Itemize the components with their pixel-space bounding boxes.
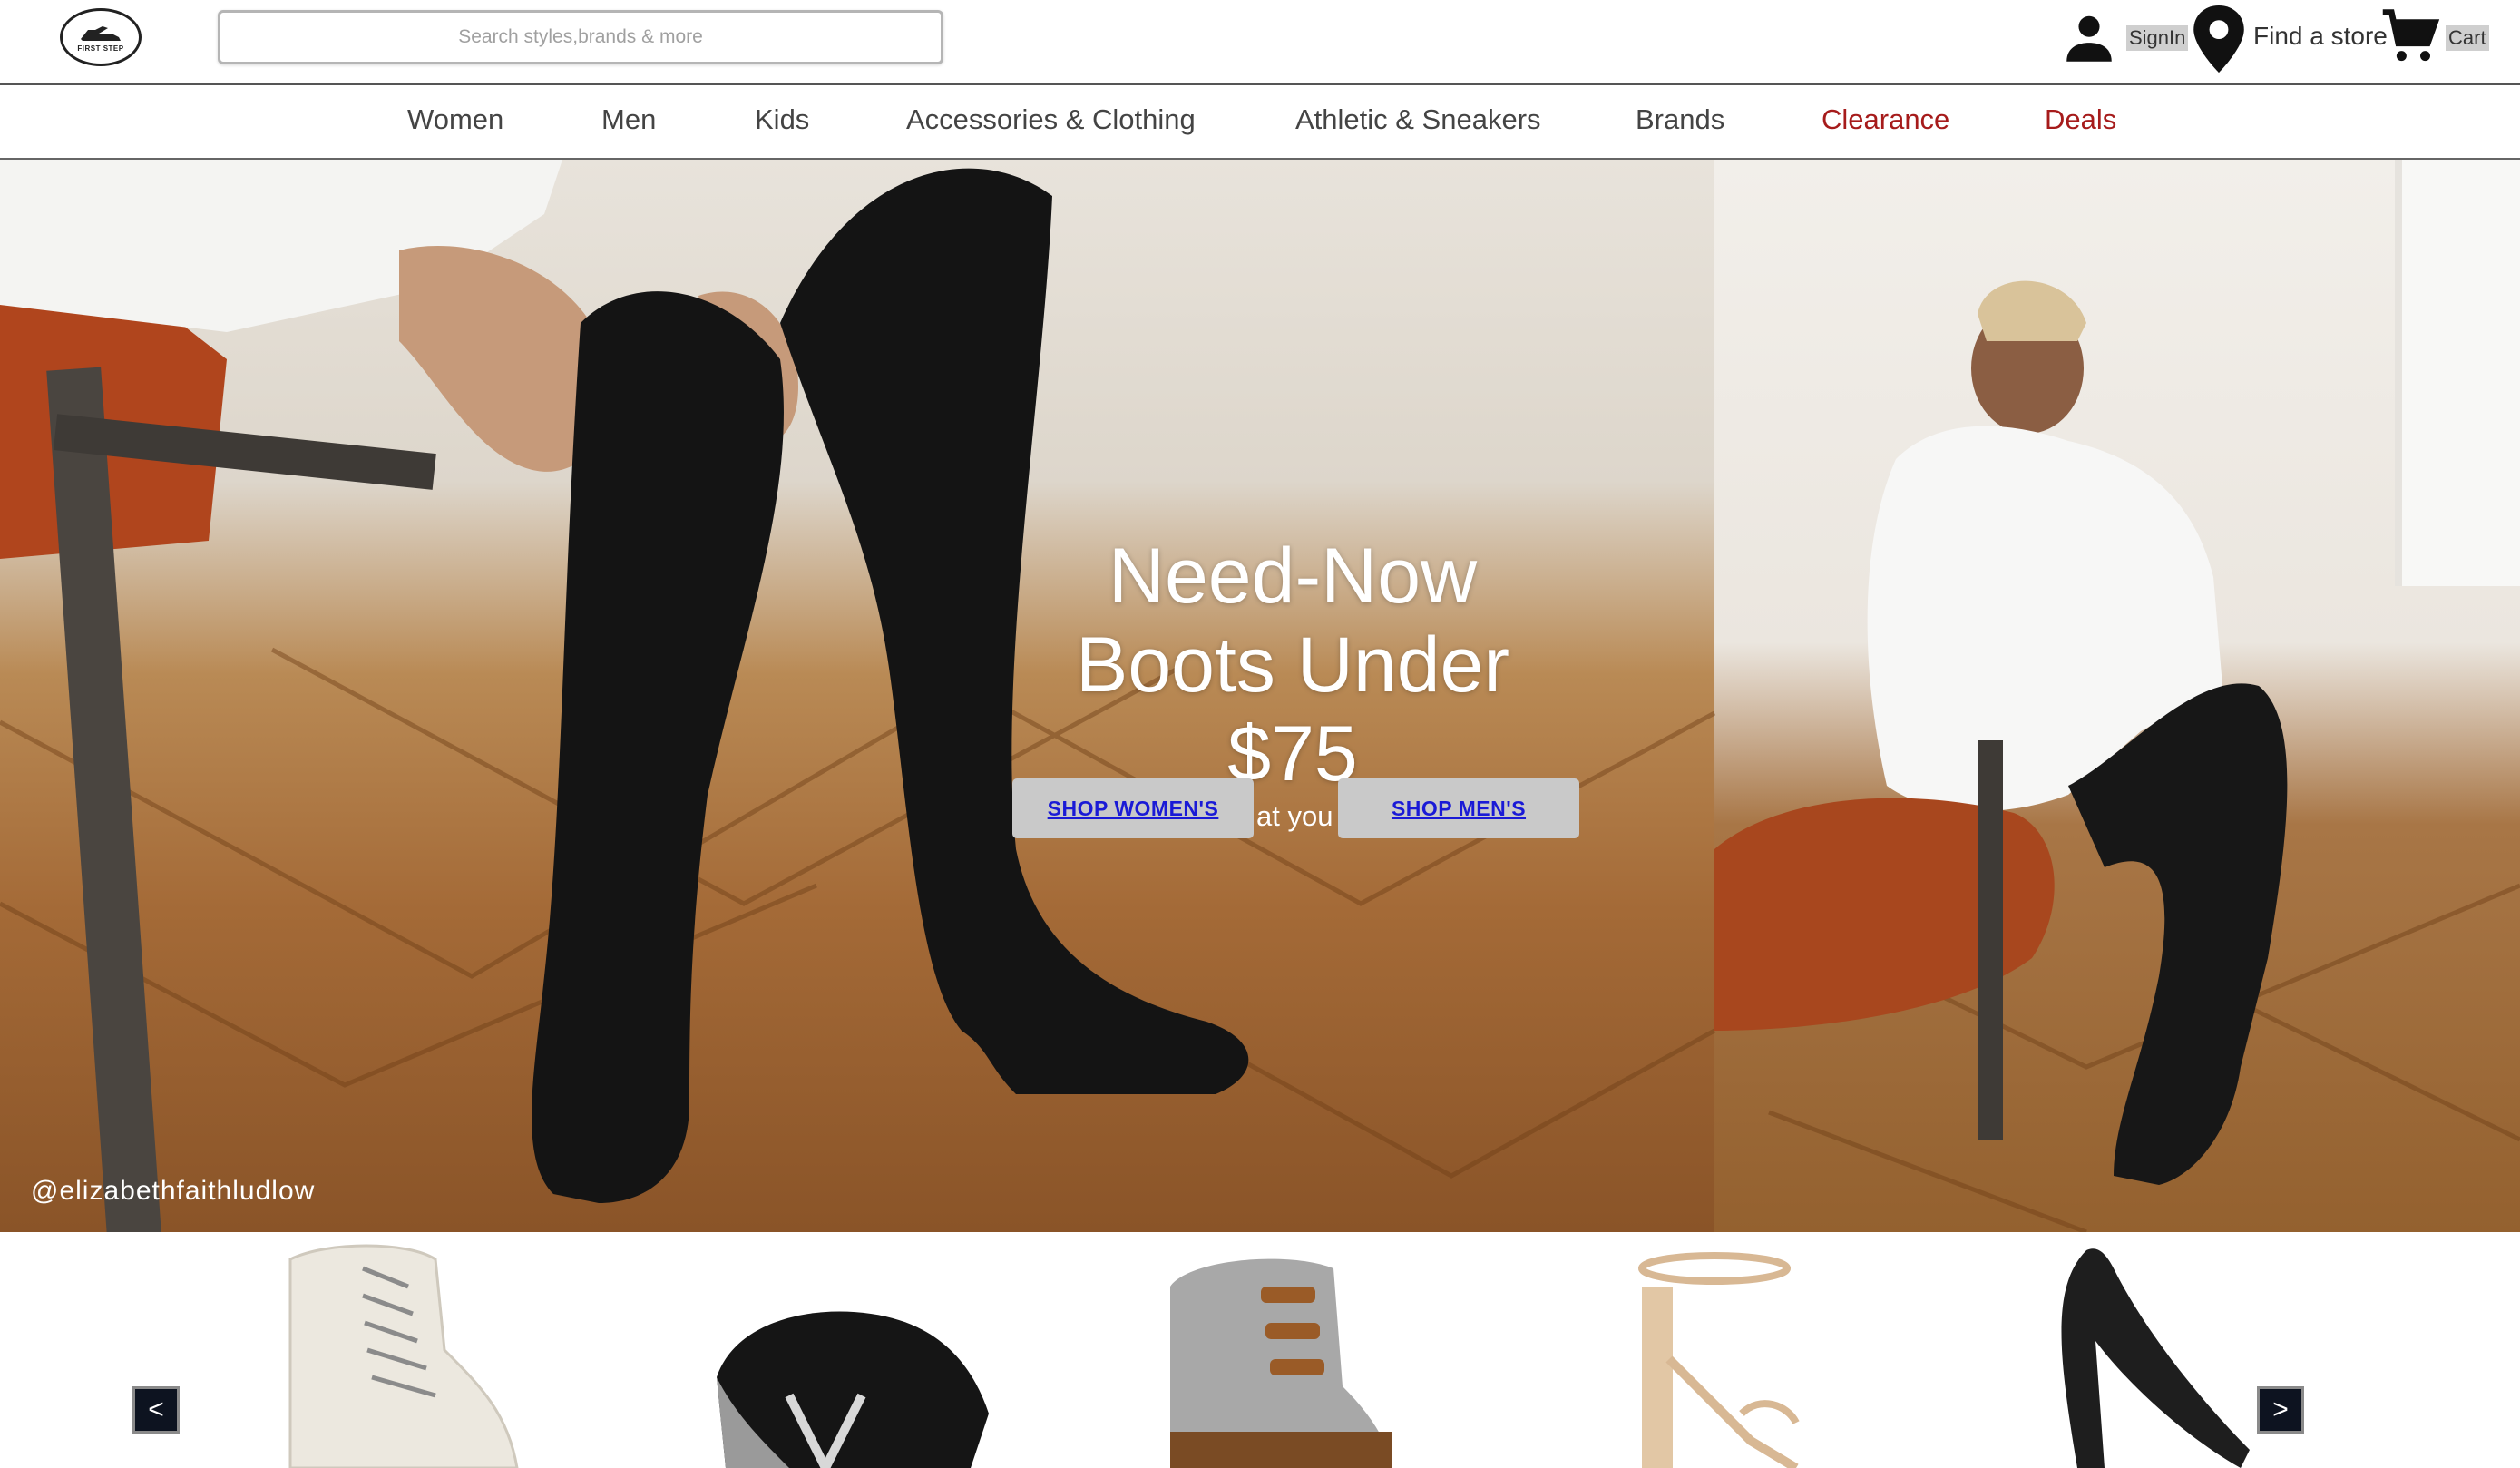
product-black-pump[interactable] — [2032, 1232, 2268, 1468]
search-input[interactable]: Search styles,brands & more — [218, 10, 943, 64]
shop-mens-button[interactable]: SHOP MEN'S — [1338, 778, 1579, 838]
product-black-sneaker[interactable] — [698, 1232, 1007, 1468]
nav-item-athletic[interactable]: Athletic & Sneakers — [1295, 103, 1541, 136]
nav-item-kids[interactable]: Kids — [755, 103, 809, 136]
nav-item-clearance[interactable]: Clearance — [1822, 103, 1949, 136]
hero-headline-line-2: Boots Under — [1075, 621, 1510, 709]
user-icon[interactable] — [2059, 9, 2119, 73]
nav-item-women[interactable]: Women — [407, 103, 503, 136]
hero-subtext: at you — [1256, 800, 1333, 832]
main-nav: Women Men Kids Accessories & Clothing At… — [0, 85, 2520, 160]
hero-headline: Need-Now Boots Under $75 — [998, 532, 1587, 798]
nav-item-men[interactable]: Men — [601, 103, 656, 136]
product-carousel — [0, 1232, 2520, 1468]
product-white-boot[interactable] — [254, 1232, 526, 1468]
product-rose-gold-heel[interactable] — [1606, 1232, 1823, 1468]
carousel-next-button[interactable]: > — [2257, 1386, 2304, 1434]
logo-text: FIRST STEP — [77, 44, 124, 53]
site-header: FIRST STEP Search styles,brands & more S… — [0, 0, 2520, 85]
hero-banner[interactable]: Need-Now Boots Under $75 at you SHOP WOM… — [0, 160, 2520, 1232]
cart-link[interactable]: Cart — [2446, 25, 2489, 51]
carousel-prev-button[interactable]: < — [132, 1386, 180, 1434]
hero-headline-line-1: Need-Now — [1108, 533, 1478, 620]
find-store-link[interactable]: Find a store — [2253, 22, 2388, 51]
nav-item-accessories[interactable]: Accessories & Clothing — [906, 103, 1196, 136]
product-grey-duck-boot[interactable] — [1152, 1232, 1406, 1468]
nav-item-deals[interactable]: Deals — [2045, 103, 2116, 136]
nav-item-brands[interactable]: Brands — [1636, 103, 1724, 136]
shop-womens-button[interactable]: SHOP WOMEN'S — [1012, 778, 1254, 838]
photo-credit: @elizabethfaithludlow — [31, 1176, 316, 1206]
cart-icon[interactable] — [2378, 7, 2442, 72]
location-pin-icon[interactable] — [2193, 5, 2244, 77]
signin-link[interactable]: SignIn — [2126, 25, 2189, 51]
logo-icon[interactable]: FIRST STEP — [60, 8, 142, 66]
